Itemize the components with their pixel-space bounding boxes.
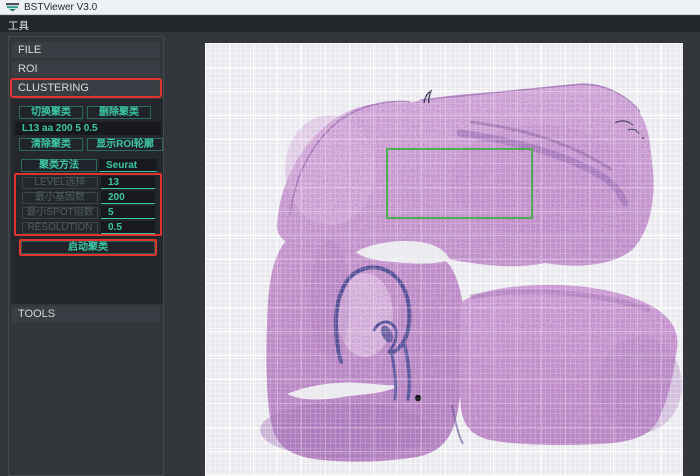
sidebar-item-file[interactable]: FILE [12, 42, 160, 58]
menu-bar: 工具 [0, 16, 700, 32]
sidebar-item-roi[interactable]: ROI [12, 61, 160, 77]
cluster-method-label: 聚类方法 [21, 159, 97, 172]
start-highlight-box: 启动聚类 [19, 239, 157, 256]
clear-cluster-button[interactable]: 清除聚类 [19, 138, 83, 151]
min-gene-count-label: 最小基因数 [22, 192, 98, 204]
params-highlight-box: LEVEL选择 13 最小基因数 200 最小SPOT组数 5 RESOLUTI… [14, 173, 162, 236]
tissue-image [205, 43, 683, 476]
slide-viewer-canvas[interactable] [205, 43, 683, 476]
cluster-method-dropdown[interactable]: Seurat [99, 159, 157, 172]
menu-item-tools[interactable]: 工具 [0, 16, 37, 32]
resolution-input[interactable]: 0.5 [101, 221, 155, 234]
main-area: FILE ROI CLUSTERING 切换聚类 删除聚类 L13 aa 200… [0, 32, 700, 476]
clustering-panel: 切换聚类 删除聚类 L13 aa 200 5 0.5 清除聚类 显示ROI轮廓 … [11, 99, 163, 304]
window-title: BSTViewer V3.0 [24, 2, 97, 13]
sidebar-item-tools[interactable]: TOOLS [12, 306, 160, 322]
delete-cluster-button[interactable]: 删除聚类 [87, 106, 151, 119]
min-spot-count-input[interactable]: 5 [101, 206, 155, 219]
cluster-preset-combobox[interactable]: L13 aa 200 5 0.5 [15, 122, 161, 135]
min-gene-count-input[interactable]: 200 [101, 191, 155, 204]
start-cluster-button[interactable]: 启动聚类 [21, 241, 155, 254]
level-select-label: LEVEL选择 [22, 177, 98, 189]
roi-selection-rect[interactable] [386, 148, 533, 219]
switch-cluster-button[interactable]: 切换聚类 [19, 106, 83, 119]
show-roi-outline-button[interactable]: 显示ROI轮廓 [87, 138, 163, 151]
level-select-input[interactable]: 13 [101, 176, 155, 189]
min-spot-count-label: 最小SPOT组数 [22, 207, 98, 219]
title-bar: BSTViewer V3.0 [0, 0, 700, 15]
resolution-label: RESOLUTION [22, 222, 98, 234]
app-icon [6, 2, 19, 12]
sidebar-item-clustering[interactable]: CLUSTERING [12, 80, 160, 96]
sidebar: FILE ROI CLUSTERING 切换聚类 删除聚类 L13 aa 200… [8, 36, 164, 476]
